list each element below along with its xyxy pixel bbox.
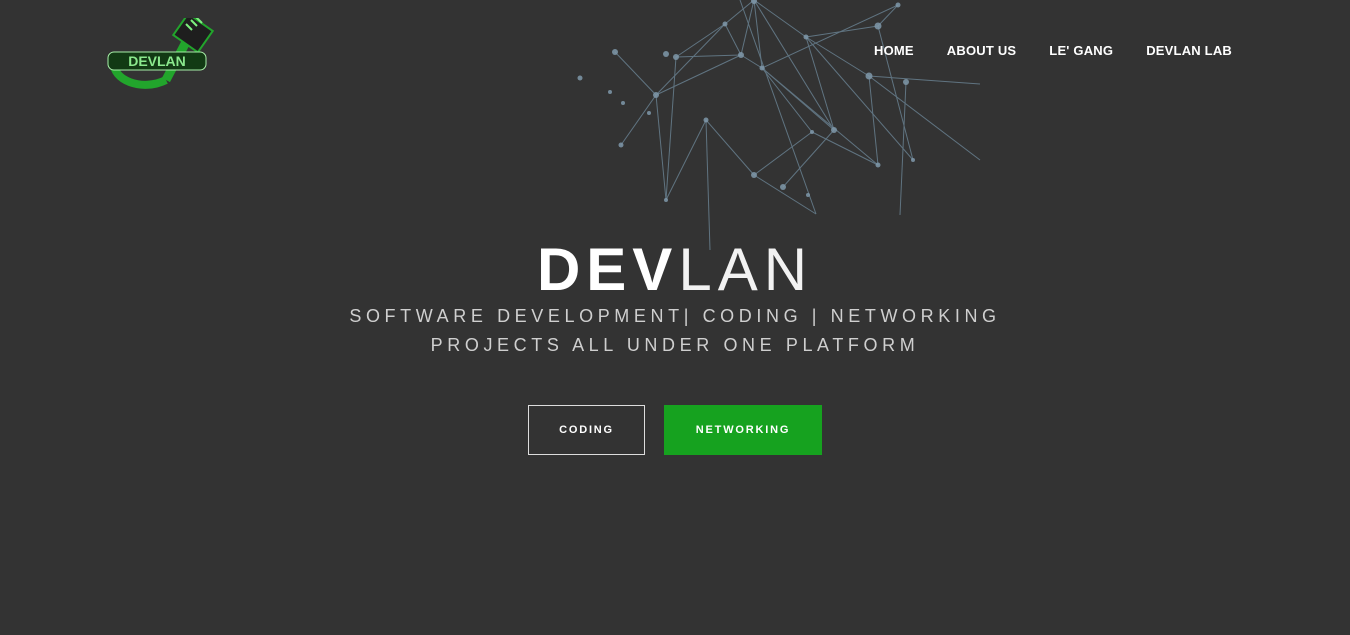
nav-le-gang[interactable]: LE' GANG <box>1049 43 1113 58</box>
hero-subtitle-line-1: SOFTWARE DEVELOPMENT| CODING | NETWORKIN… <box>349 306 1001 326</box>
nav-about-us[interactable]: ABOUT US <box>947 43 1017 58</box>
logo-wordmark: DEVLAN <box>128 53 186 69</box>
nav-home[interactable]: HOME <box>874 43 914 58</box>
main-nav: HOME ABOUT US LE' GANG DEVLAN LAB <box>841 43 1232 58</box>
hero-title: DEVLAN <box>0 238 1350 302</box>
hero-subtitle-line-2: PROJECTS ALL UNDER ONE PLATFORM <box>430 335 920 355</box>
nav-devlan-lab[interactable]: DEVLAN LAB <box>1146 43 1232 58</box>
logo-graphic: DEVLAN <box>107 12 215 89</box>
hero-section: DEVLAN SOFTWARE DEVELOPMENT| CODING | NE… <box>0 238 1350 360</box>
hero-title-bold: DEV <box>536 236 679 303</box>
devlan-logo[interactable]: DEVLAN <box>106 12 216 90</box>
networking-button[interactable]: NETWORKING <box>664 405 822 455</box>
hero-buttons: CODING NETWORKING <box>0 405 1350 455</box>
coding-button[interactable]: CODING <box>528 405 645 455</box>
hero-title-light: LAN <box>678 236 814 303</box>
